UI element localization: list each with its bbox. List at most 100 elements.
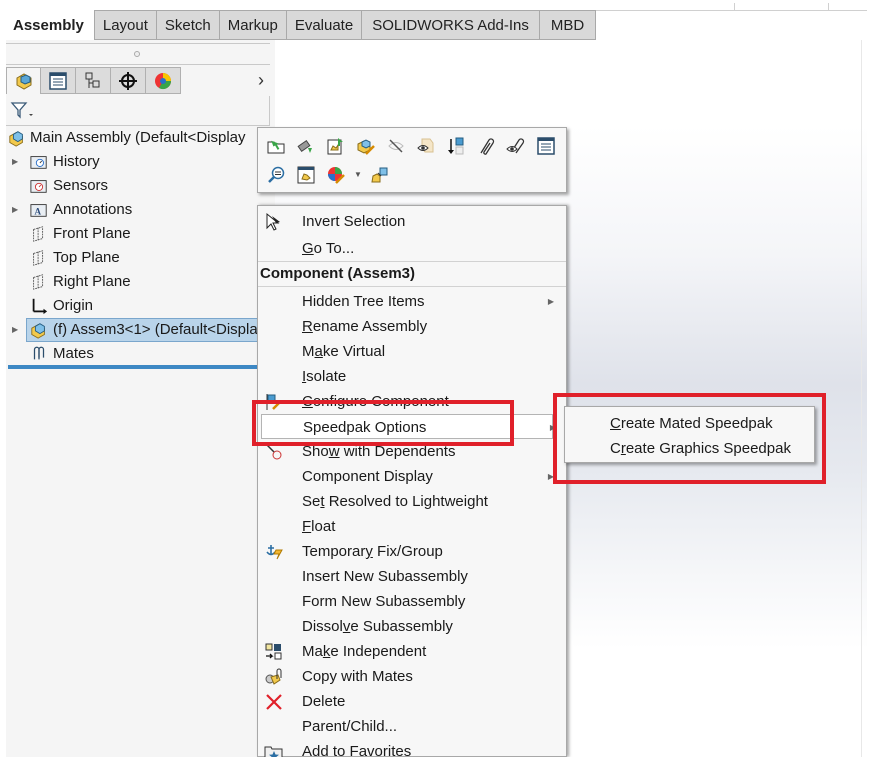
menu-item-temporary-fix-group[interactable]: Temporary Fix/Group xyxy=(258,539,566,564)
change-transparency-button[interactable] xyxy=(413,134,439,158)
open-assembly-button[interactable] xyxy=(323,134,349,158)
label-pre: Form New Subassembly xyxy=(302,593,466,610)
label-rest: loat xyxy=(311,518,336,535)
zoom-to-selection-button[interactable] xyxy=(263,163,289,187)
panel-tabs-more-chevron[interactable]: › xyxy=(254,70,268,91)
menu-item-hidden-tree-items[interactable]: Hidden Tree Items ▶ xyxy=(258,289,566,314)
change-transparency-icon xyxy=(417,138,434,153)
appearance-button[interactable] xyxy=(323,163,349,187)
property-manager-tab[interactable] xyxy=(41,67,76,94)
tree-item-assem3[interactable]: ▶ (f) Assem3<1> (Default<Displa xyxy=(6,318,276,342)
view-mates-icon xyxy=(480,138,495,155)
tab-sketch[interactable]: Sketch xyxy=(156,10,220,40)
tree-item-origin[interactable]: Origin xyxy=(6,294,275,318)
hide-component-icon xyxy=(388,139,404,153)
menu-item-label: Make Independent xyxy=(302,639,426,664)
component-properties-button[interactable] xyxy=(533,134,559,158)
menu-item-float[interactable]: Float xyxy=(258,514,566,539)
appearance-icon xyxy=(328,167,345,184)
label-pre: Insert New Subassembly xyxy=(302,568,468,585)
tree-item-mates[interactable]: Mates xyxy=(6,342,275,366)
component-properties-icon xyxy=(537,137,555,155)
menu-item-label: Delete xyxy=(302,689,345,714)
menu-item-rename-assembly[interactable]: Rename Assembly xyxy=(258,314,566,339)
tab-assembly[interactable]: Assembly xyxy=(6,10,94,40)
menu-item-make-independent[interactable]: Make Independent xyxy=(258,639,566,664)
assembly-icon xyxy=(31,323,45,339)
view-mates-dependencies-icon xyxy=(506,138,525,154)
tab-evaluate[interactable]: Evaluate xyxy=(286,10,363,40)
open-part-button[interactable] xyxy=(263,134,289,158)
menu-item-delete[interactable]: Delete xyxy=(258,689,566,714)
top-tick xyxy=(734,3,735,10)
configuration-manager-tab[interactable] xyxy=(76,67,111,94)
menu-item-label: Copy with Mates xyxy=(302,664,413,689)
menu-item-label: Component Display xyxy=(302,464,433,489)
menu-item-set-resolved-to-lightweight[interactable]: Set Resolved to Lightweight xyxy=(258,489,566,514)
label-rest: Resolved to Lightweight xyxy=(324,493,488,510)
viewport-edge xyxy=(861,40,862,757)
expand-arrow-icon[interactable]: ▶ xyxy=(12,150,18,174)
feature-manager-tab[interactable] xyxy=(6,67,41,94)
label-rest: e Independent xyxy=(330,643,427,660)
edit-part-button[interactable] xyxy=(293,134,319,158)
label-pre: Parent/Child... xyxy=(302,718,398,735)
mates-icon xyxy=(33,346,45,360)
menu-item-make-virtual[interactable]: Make Virtual xyxy=(258,339,566,364)
tree-filter-row xyxy=(6,96,270,126)
view-origin-button[interactable] xyxy=(443,134,469,158)
panel-grip[interactable] xyxy=(6,43,270,65)
view-mates-button[interactable] xyxy=(473,134,499,158)
zoom-to-selection-icon xyxy=(268,166,285,183)
menu-item-add-to-favorites[interactable]: Add to Favorites xyxy=(258,739,566,757)
tree-item-sensors[interactable]: Sensors xyxy=(6,174,275,198)
menu-item-dissolve-subassembly[interactable]: Dissolve Subassembly xyxy=(258,614,566,639)
menu-item-insert-new-subassembly[interactable]: Insert New Subassembly xyxy=(258,564,566,589)
hide-component-button[interactable] xyxy=(383,134,409,158)
menu-item-isolate[interactable]: Isolate xyxy=(258,364,566,389)
tree-item-top-plane[interactable]: Top Plane xyxy=(6,246,275,270)
edit-component-button[interactable] xyxy=(353,134,379,158)
filter-icon[interactable] xyxy=(10,101,34,121)
tab-layout[interactable]: Layout xyxy=(93,10,157,40)
submenu-arrow-icon: ▶ xyxy=(547,297,554,306)
label-rest: ename Assembly xyxy=(312,318,428,335)
plane-icon xyxy=(33,226,44,242)
edit-component-icon xyxy=(357,139,375,155)
component-preview-button[interactable] xyxy=(293,163,319,187)
invert-selection-icon xyxy=(266,212,280,231)
tab-solidworks-add-ins[interactable]: SOLIDWORKS Add-Ins xyxy=(362,10,540,40)
appearance-dropdown-arrow[interactable]: ▼ xyxy=(353,163,363,187)
menu-item-component-display[interactable]: Component Display ▶ xyxy=(258,464,566,489)
tree-rollback-bar[interactable] xyxy=(8,365,260,369)
display-manager-tab[interactable] xyxy=(146,67,181,94)
menu-item-copy-with-mates[interactable]: Copy with Mates xyxy=(258,664,566,689)
svg-text:A: A xyxy=(35,207,42,217)
dimxpert-manager-tab[interactable] xyxy=(111,67,146,94)
menu-item-go-to[interactable]: Go To... xyxy=(258,236,566,261)
tree-item-label: (f) Assem3<1> (Default<Displa xyxy=(53,321,258,338)
label-pre: M xyxy=(302,343,315,360)
tree-item-history[interactable]: ▶ History xyxy=(6,150,275,174)
tree-root[interactable]: Main Assembly (Default<Display xyxy=(6,126,275,150)
mnemonic: F xyxy=(302,518,312,535)
view-origin-icon xyxy=(448,137,464,155)
open-part-icon xyxy=(267,140,285,154)
tree-item-right-plane[interactable]: Right Plane xyxy=(6,270,275,294)
view-mates-dependencies-button[interactable] xyxy=(503,134,529,158)
top-divider xyxy=(590,10,867,11)
tree-item-front-plane[interactable]: Front Plane xyxy=(6,222,275,246)
expand-arrow-icon[interactable]: ▶ xyxy=(12,318,18,342)
menu-item-label: Float xyxy=(302,514,335,539)
smart-mates-button[interactable] xyxy=(367,163,393,187)
expand-arrow-icon[interactable]: ▶ xyxy=(12,198,18,222)
sensors-folder-icon xyxy=(30,180,47,193)
tree-item-annotations[interactable]: ▶ A Annotations xyxy=(6,198,275,222)
menu-item-form-new-subassembly[interactable]: Form New Subassembly xyxy=(258,589,566,614)
tab-markup[interactable]: Markup xyxy=(219,10,287,40)
menu-item-label: Make Virtual xyxy=(302,339,385,364)
menu-item-parent-child[interactable]: Parent/Child... xyxy=(258,714,566,739)
label-pre: Dissol xyxy=(302,618,343,635)
menu-item-invert-selection[interactable]: Invert Selection xyxy=(258,209,566,234)
tab-mbd[interactable]: MBD xyxy=(539,10,597,40)
